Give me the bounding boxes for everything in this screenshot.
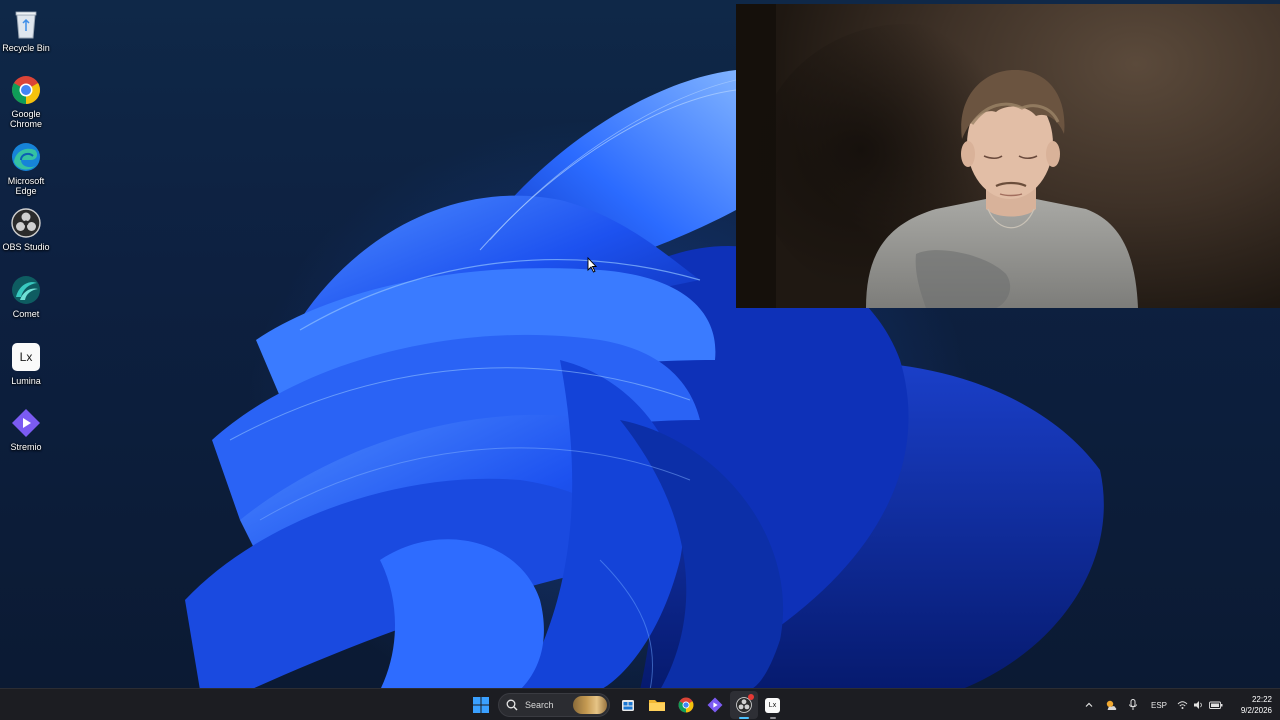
taskbar-app-file-explorer[interactable] xyxy=(643,691,671,719)
taskbar-app-lumina[interactable]: Lx xyxy=(759,691,787,719)
lumina-icon: Lx xyxy=(10,341,42,373)
taskbar-app-chrome[interactable] xyxy=(672,691,700,719)
desktop-icon-stremio[interactable]: Stremio xyxy=(0,403,52,452)
recording-indicator xyxy=(747,694,754,700)
microphone-button[interactable] xyxy=(1122,689,1144,720)
desktop-icon-google-chrome[interactable]: Google Chrome xyxy=(0,70,52,129)
desktop-icon-label: Comet xyxy=(12,309,40,319)
wifi-icon xyxy=(1177,701,1188,709)
clock-date: 9/2/2026 xyxy=(1240,706,1272,715)
microphone-icon xyxy=(1129,699,1137,710)
tray-app-button[interactable] xyxy=(1100,689,1122,720)
stremio-icon xyxy=(707,697,722,713)
comet-icon xyxy=(10,274,42,306)
desktop-icon-label: Lumina xyxy=(11,376,41,386)
lumina-icon: Lx xyxy=(765,697,780,713)
language-indicator[interactable]: ESP xyxy=(1144,689,1174,720)
chrome-icon xyxy=(678,697,693,713)
chevron-up-icon xyxy=(1085,702,1093,707)
search-label: Search xyxy=(525,700,554,710)
battery-icon xyxy=(1209,701,1223,709)
mouse-cursor-icon xyxy=(587,256,598,278)
quick-settings-button[interactable] xyxy=(1174,689,1226,720)
clock-time: 22:22 xyxy=(1251,695,1272,704)
running-indicator xyxy=(738,717,749,719)
volume-icon xyxy=(1194,701,1202,709)
desktop-icon-label: Google Chrome xyxy=(9,109,42,129)
lumina-icon-text: Lx xyxy=(12,343,40,371)
desktop-icon-label: Stremio xyxy=(10,442,42,452)
taskbar-search-box[interactable]: Search xyxy=(498,693,610,717)
show-hidden-icons-button[interactable] xyxy=(1078,689,1100,720)
search-icon xyxy=(506,699,518,711)
desktop-icon-obs-studio[interactable]: OBS Studio xyxy=(0,203,52,252)
start-button[interactable] xyxy=(467,691,495,719)
recycle-bin-icon xyxy=(10,8,42,40)
webcam-person-image xyxy=(736,4,1138,308)
running-indicator xyxy=(769,717,776,719)
desktop-icon-microsoft-edge[interactable]: Microsoft Edge xyxy=(0,137,52,196)
desktop-icon-recycle-bin[interactable]: Recycle Bin xyxy=(0,4,52,53)
task-view-icon xyxy=(621,700,634,711)
system-tray: ESP 22:22 9/2/2026 xyxy=(1078,689,1280,720)
obs-icon xyxy=(10,207,42,239)
desktop-icon-label: OBS Studio xyxy=(2,242,50,252)
taskbar: Search Lx ESP 22:22 9/2/2026 xyxy=(0,688,1280,720)
clock[interactable]: 22:22 9/2/2026 xyxy=(1226,689,1280,720)
lumina-icon-text: Lx xyxy=(768,701,777,709)
windows-start-icon xyxy=(472,697,489,713)
edge-icon xyxy=(10,141,42,173)
taskbar-app-task-view[interactable] xyxy=(614,691,642,719)
taskbar-app-stremio[interactable] xyxy=(701,691,729,719)
weather-icon xyxy=(1106,700,1117,710)
desktop-icon-lumina[interactable]: Lx Lumina xyxy=(0,337,52,386)
taskbar-center: Search Lx xyxy=(466,689,787,720)
desktop-icon-label: Recycle Bin xyxy=(2,43,50,53)
webcam-overlay xyxy=(736,4,1280,308)
stremio-icon xyxy=(10,407,42,439)
desktop-icon-comet[interactable]: Comet xyxy=(0,270,52,319)
search-highlight-image xyxy=(573,696,607,714)
taskbar-app-obs[interactable] xyxy=(729,691,758,719)
desktop-icon-label: Microsoft Edge xyxy=(7,176,45,196)
chrome-icon xyxy=(10,74,42,106)
folder-icon xyxy=(648,700,665,711)
